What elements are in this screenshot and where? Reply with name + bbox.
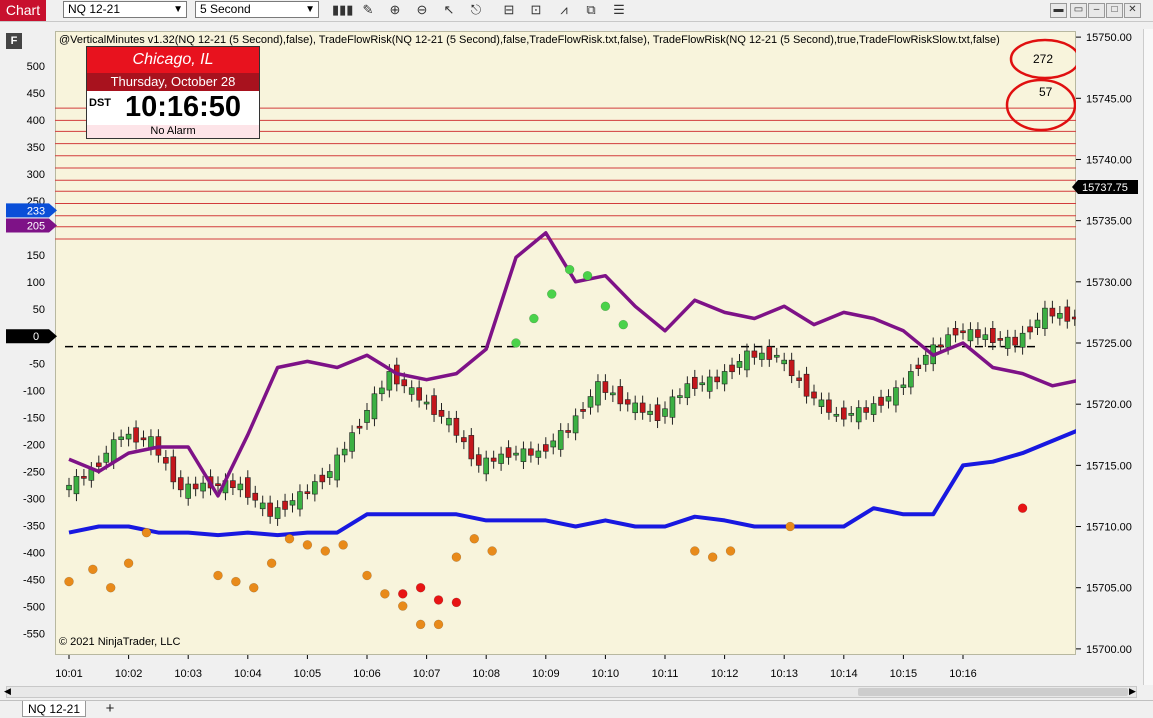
time-tick-label: 10:06 (353, 668, 381, 680)
flow-tick-label: -300 (23, 493, 45, 505)
time-tick-label: 10:10 (592, 668, 620, 680)
flow-marker-label: 0 (33, 331, 39, 343)
tab-bar (0, 700, 1153, 718)
flow-tick-label: -350 (23, 520, 45, 532)
price-tick-label: 15750.00 (1086, 32, 1132, 44)
flow-tick-label: 400 (27, 115, 45, 127)
time-tick-label: 10:02 (115, 668, 143, 680)
time-tick-label: 10:13 (770, 668, 798, 680)
panel-options-button[interactable]: F (6, 33, 22, 49)
time-tick-label: 10:14 (830, 668, 858, 680)
flow-tick-label: -500 (23, 601, 45, 613)
flow-tick-label: 500 (27, 61, 45, 73)
time-tick-label: 10:01 (55, 668, 83, 680)
flow-tick-label: 100 (27, 277, 45, 289)
clock-date: Thursday, October 28 (87, 73, 259, 91)
price-tick-label: 15705.00 (1086, 583, 1132, 595)
flow-tick-label: 300 (27, 169, 45, 181)
clock-widget: Chicago, IL Thursday, October 28 DST 10:… (86, 46, 260, 139)
time-tick-label: 10:04 (234, 668, 262, 680)
scroll-left-icon[interactable]: ◀ (4, 686, 11, 697)
price-tick-label: 15745.00 (1086, 93, 1132, 105)
time-tick-label: 10:05 (294, 668, 322, 680)
time-tick-label: 10:07 (413, 668, 441, 680)
tab-nq-12-21[interactable]: NQ 12-21 (22, 701, 86, 717)
clock-time: 10:16:50 (124, 91, 242, 123)
flow-tick-label: 450 (27, 88, 45, 100)
copyright-text: © 2021 NinjaTrader, LLC (59, 636, 181, 648)
flow-tick-label: -550 (23, 628, 45, 640)
flow-tick-label: 50 (33, 304, 45, 316)
flow-tick-label: 150 (27, 250, 45, 262)
time-tick-label: 10:08 (472, 668, 500, 680)
price-tick-label: 15725.00 (1086, 338, 1132, 350)
clock-dst-label: DST (89, 97, 111, 109)
time-tick-label: 10:11 (652, 668, 679, 680)
indicator-label: @VerticalMinutes v1.32(NQ 12-21 (5 Secon… (59, 34, 1000, 46)
time-tick-label: 10:12 (711, 668, 739, 680)
flow-tick-label: -150 (23, 412, 45, 424)
flow-tick-label: -200 (23, 439, 45, 451)
right-side-panel (1143, 29, 1153, 685)
clock-city: Chicago, IL (87, 47, 259, 73)
price-tick-label: 15740.00 (1086, 154, 1132, 166)
flow-marker-label: 233 (27, 205, 45, 217)
price-tick-label: 15700.00 (1086, 644, 1132, 656)
clock-alarm-status: No Alarm (87, 125, 259, 138)
time-tick-label: 10:15 (890, 668, 918, 680)
price-tick-label: 15715.00 (1086, 460, 1132, 472)
flow-marker-label: 205 (27, 220, 45, 232)
price-tick-label: 15730.00 (1086, 277, 1132, 289)
flow-tick-label: -100 (23, 385, 45, 397)
price-tick-label: 15735.00 (1086, 216, 1132, 228)
current-price-label: 15737.75 (1082, 182, 1128, 194)
add-tab-button[interactable]: + (99, 701, 121, 717)
price-tick-label: 15710.00 (1086, 522, 1132, 534)
flow-marker-badge (6, 329, 57, 344)
time-tick-label: 10:09 (532, 668, 560, 680)
flow-tick-label: -450 (23, 574, 45, 586)
flow-tick-label: -250 (23, 466, 45, 478)
flow-tick-label: -400 (23, 547, 45, 559)
scroll-right-icon[interactable]: ▶ (1129, 686, 1136, 697)
scrollbar-thumb[interactable] (858, 688, 1128, 696)
time-tick-label: 10:03 (174, 668, 202, 680)
flow-tick-label: 350 (27, 142, 45, 154)
flow-tick-label: -50 (29, 358, 45, 370)
time-tick-label: 10:16 (949, 668, 977, 680)
price-tick-label: 15720.00 (1086, 399, 1132, 411)
